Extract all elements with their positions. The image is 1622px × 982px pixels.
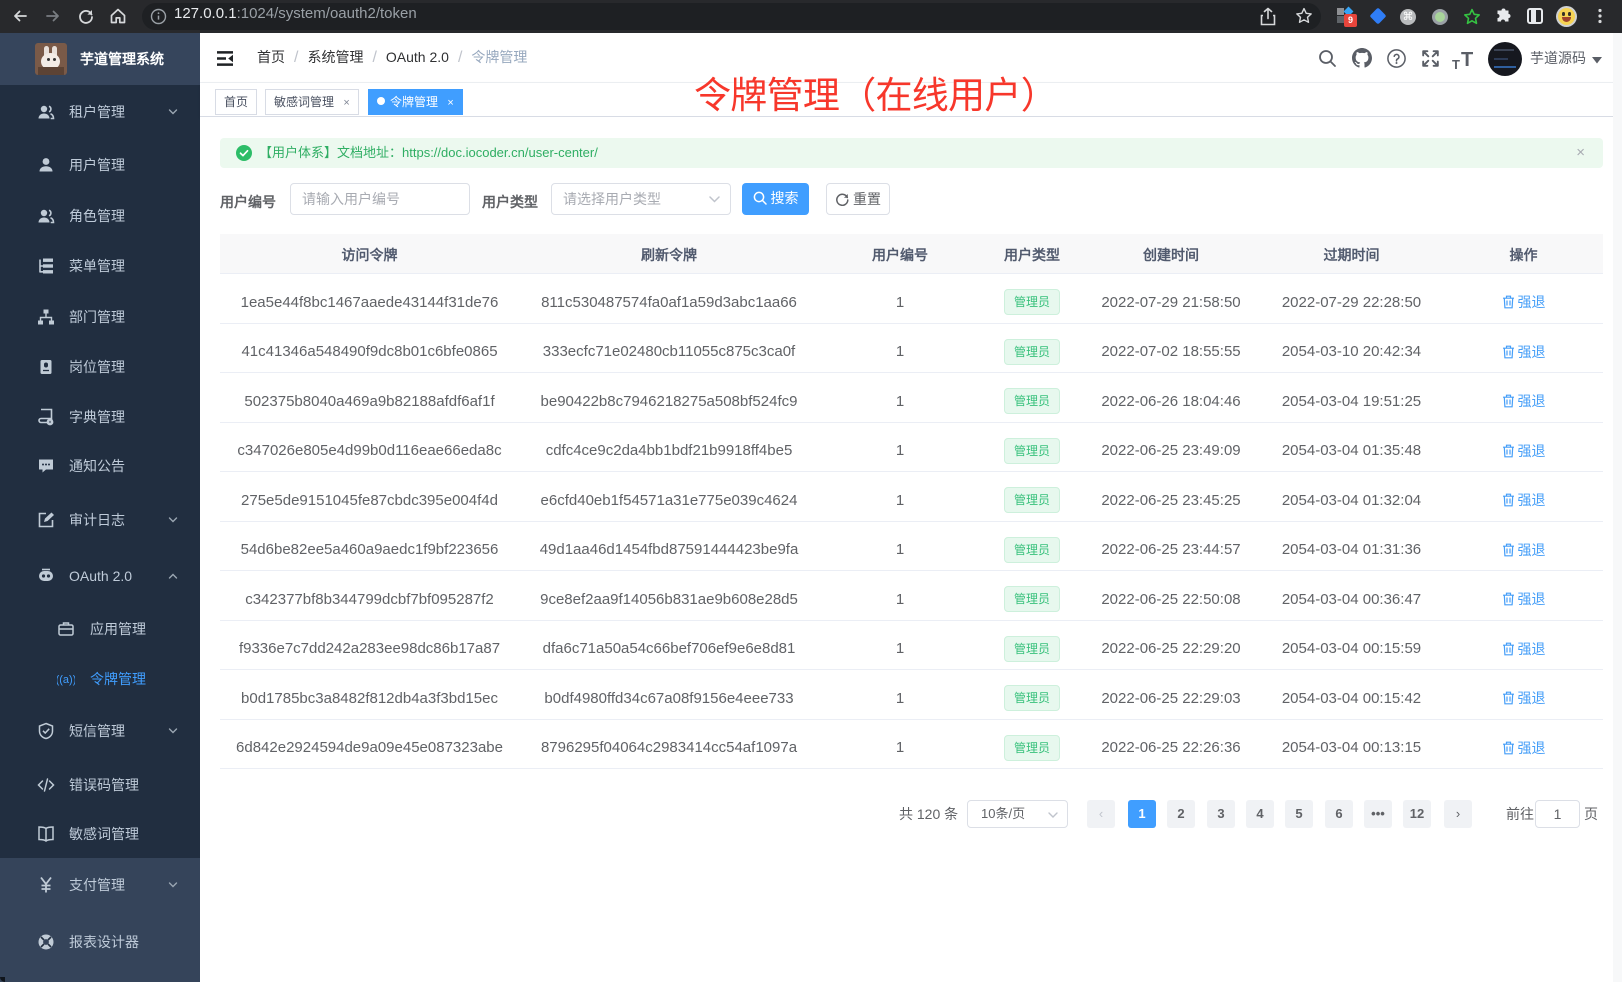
svg-text:((a)): ((a))	[57, 674, 75, 686]
